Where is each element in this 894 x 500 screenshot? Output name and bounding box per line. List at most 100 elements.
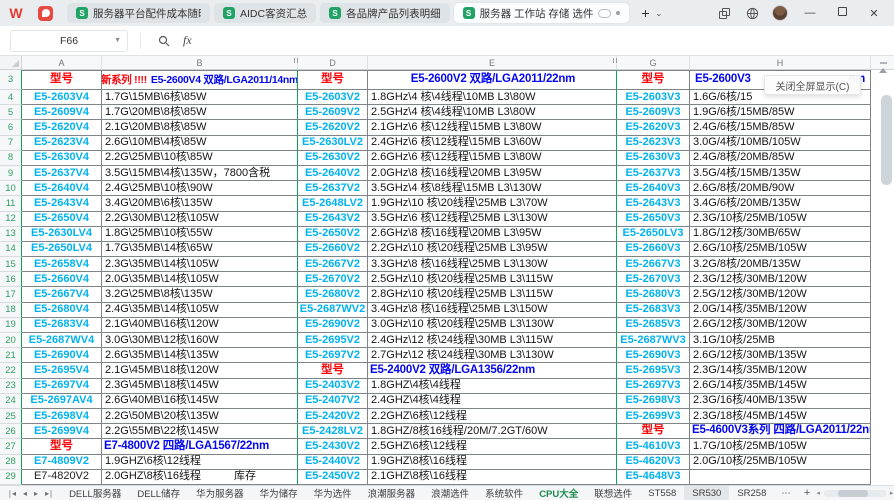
cell-A22[interactable]: E5-2695V4: [22, 363, 102, 378]
cell-D5[interactable]: E5-2609V2: [298, 105, 368, 120]
cell-G23[interactable]: E5-2697V3: [617, 379, 690, 394]
cell-H5[interactable]: 1.9G/6核/15MB/85W: [690, 105, 871, 120]
cell-E11[interactable]: 1.9GHz\10 核\20线程\25MB L3\70W: [368, 196, 617, 211]
cell-A21[interactable]: E5-2690V4: [22, 348, 102, 363]
row-header-10[interactable]: 10: [0, 181, 22, 196]
name-box-chevron-icon[interactable]: ▼: [114, 37, 121, 44]
cell-A6[interactable]: E5-2620V4: [22, 120, 102, 135]
row-header-22[interactable]: 22: [0, 363, 22, 378]
cell-D13[interactable]: E5-2650V2: [298, 227, 368, 242]
cell-B24[interactable]: 2.6G\40MB\16核\145W: [102, 394, 298, 409]
cell-G11[interactable]: E5-2643V3: [617, 196, 690, 211]
cell-D21[interactable]: E5-2697V2: [298, 348, 368, 363]
insert-function-icon[interactable]: fx: [183, 33, 192, 48]
cell-G8[interactable]: E5-2630V3: [617, 151, 690, 166]
cell-D26[interactable]: E5-2428LV2: [298, 424, 368, 439]
cell-D22[interactable]: 型号: [298, 363, 368, 378]
close-button[interactable]: ✕: [860, 7, 888, 20]
cell-E12[interactable]: 3.5GHz\6 核\12线程\25MB L3\130W: [368, 212, 617, 227]
cell-E26[interactable]: 1.8GHZ/8核16线程/20M/7.2GT/60W: [368, 424, 617, 439]
cell-D27[interactable]: E5-2430V2: [298, 439, 368, 454]
cell-B19[interactable]: 2.1G\40MB\16核\120W: [102, 318, 298, 333]
cell-B26[interactable]: 2.2G\55MB\22核\145W: [102, 424, 298, 439]
scrollbar-split-handle[interactable]: [880, 62, 887, 64]
cell-G16[interactable]: E5-2670V3: [617, 272, 690, 287]
cell-A18[interactable]: E5-2680V4: [22, 303, 102, 318]
cell-A8[interactable]: E5-2630V4: [22, 151, 102, 166]
cell-E19[interactable]: 3.0GHz\10 核\20线程\25MB L3\130W: [368, 318, 617, 333]
cell-D8[interactable]: E5-2630V2: [298, 151, 368, 166]
cell-A3[interactable]: 型号: [22, 70, 102, 90]
cell-B12[interactable]: 2.2G\30MB\12核\105W: [102, 212, 298, 227]
cell-G7[interactable]: E5-2623V3: [617, 136, 690, 151]
cell-G5[interactable]: E5-2609V3: [617, 105, 690, 120]
scroll-up-arrow-icon[interactable]: [879, 68, 887, 73]
sheet-tab-浪潮选件[interactable]: 浪潮选件: [423, 486, 477, 500]
cell-A29[interactable]: E7-4820V2: [22, 470, 102, 485]
cell-B11[interactable]: 3.4G\20MB\6核\135W: [102, 196, 298, 211]
cell-D25[interactable]: E5-2420V2: [298, 409, 368, 424]
doc-tab-4-active[interactable]: S 服务器 工作站 存储 选件: [454, 3, 630, 23]
cell-E7[interactable]: 2.4GHz\6 核\12线程\15MB L3\60W: [368, 136, 617, 151]
cell-E16[interactable]: 2.5GHz\10 核\20线程\25MB L3\115W: [368, 272, 617, 287]
cell-H16[interactable]: 2.3G/12核/30MB/120W: [690, 272, 871, 287]
row-header-12[interactable]: 12: [0, 212, 22, 227]
cell-E17[interactable]: 2.8GHz\10 核\20线程\25MB L3\115W: [368, 287, 617, 302]
cell-A4[interactable]: E5-2603V4: [22, 90, 102, 105]
cell-G6[interactable]: E5-2620V3: [617, 120, 690, 135]
first-sheet-icon[interactable]: ∣◂: [8, 489, 16, 498]
cell-E13[interactable]: 2.6GHz\8 核\16线程\20MB L3\95W: [368, 227, 617, 242]
row-header-25[interactable]: 25: [0, 409, 22, 424]
maximize-button[interactable]: [828, 7, 856, 19]
cell-H26[interactable]: E5-4600V3系列 四路/LGA2011/22nm: [690, 424, 871, 439]
cell-B3[interactable]: 新系列 !!!! E5-2600V4 双路/LGA2011/14nm: [102, 70, 298, 90]
cell-D6[interactable]: E5-2620V2: [298, 120, 368, 135]
row-header-27[interactable]: 27: [0, 439, 22, 454]
cell-H11[interactable]: 3.4G/6核/20MB/135W: [690, 196, 871, 211]
cell-H7[interactable]: 3.0G/4核/10MB/105W: [690, 136, 871, 151]
last-sheet-icon[interactable]: ▸∣: [45, 489, 53, 498]
cell-E10[interactable]: 3.5GHz\4 核\8线程\15MB L3\130W: [368, 181, 617, 196]
sheet-tab-浪潮服务器[interactable]: 浪潮服务器: [360, 486, 424, 500]
cell-G17[interactable]: E5-2680V3: [617, 287, 690, 302]
cell-E3[interactable]: E5-2600V2 双路/LGA2011/22nm: [368, 70, 617, 90]
cell-A17[interactable]: E5-2667V4: [22, 287, 102, 302]
cell-D23[interactable]: E5-2403V2: [298, 379, 368, 394]
hscroll-left-icon[interactable]: ◂: [816, 489, 820, 497]
cell-E21[interactable]: 2.7GHz\12 核\24线程\30MB L3\130W: [368, 348, 617, 363]
sheet-tab-DELL储存[interactable]: DELL储存: [129, 486, 188, 500]
cell-A28[interactable]: E7-4809V2: [22, 455, 102, 470]
sheet-tab-系统软件[interactable]: 系统软件: [477, 486, 531, 500]
prev-sheet-icon[interactable]: ◂: [23, 489, 27, 498]
cell-B21[interactable]: 2.6G\35MB\14核\135W: [102, 348, 298, 363]
sheet-tab-华为储存[interactable]: 华为储存: [252, 486, 306, 500]
cell-A7[interactable]: E5-2623V4: [22, 136, 102, 151]
cell-D10[interactable]: E5-2637V2: [298, 181, 368, 196]
cell-D24[interactable]: E5-2407V2: [298, 394, 368, 409]
row-header-18[interactable]: 18: [0, 303, 22, 318]
cell-H22[interactable]: 2.3G/14核/35MB/120W: [690, 363, 871, 378]
cell-G3[interactable]: 型号: [617, 70, 690, 90]
add-sheet-button[interactable]: +: [798, 487, 816, 499]
cell-B29[interactable]: 2.0GHZ\8核\16线程 库存: [102, 470, 298, 485]
sheet-tab-联想选件[interactable]: 联想选件: [586, 486, 640, 500]
cell-H19[interactable]: 2.6G/12核/30MB/120W: [690, 318, 871, 333]
cell-H23[interactable]: 2.6G/14核/35MB/145W: [690, 379, 871, 394]
cell-G28[interactable]: E5-4620V3: [617, 455, 690, 470]
cell-A24[interactable]: E5-2697AV4: [22, 394, 102, 409]
cell-H8[interactable]: 2.4G/8核/20MB/85W: [690, 151, 871, 166]
cell-B6[interactable]: 2.1G\20MB\8核\85W: [102, 120, 298, 135]
column-header-E[interactable]: E: [368, 56, 617, 69]
cell-D7[interactable]: E5-2630LV2: [298, 136, 368, 151]
row-header-13[interactable]: 13: [0, 227, 22, 242]
horizontal-scrollbar-thumb[interactable]: [838, 490, 868, 497]
column-header-G[interactable]: G: [617, 56, 690, 69]
cell-G14[interactable]: E5-2660V3: [617, 242, 690, 257]
cell-D15[interactable]: E5-2667V2: [298, 257, 368, 272]
cell-H6[interactable]: 2.4G/6核/15MB/85W: [690, 120, 871, 135]
doc-tab-1[interactable]: S 服务器平台配件成本随时更新-SE: [67, 3, 210, 23]
cell-E5[interactable]: 2.5GHz\4 核\4线程\10MB L3\80W: [368, 105, 617, 120]
search-icon[interactable]: [158, 35, 170, 47]
cell-D3[interactable]: 型号: [298, 70, 368, 90]
row-header-29[interactable]: 29: [0, 470, 22, 485]
